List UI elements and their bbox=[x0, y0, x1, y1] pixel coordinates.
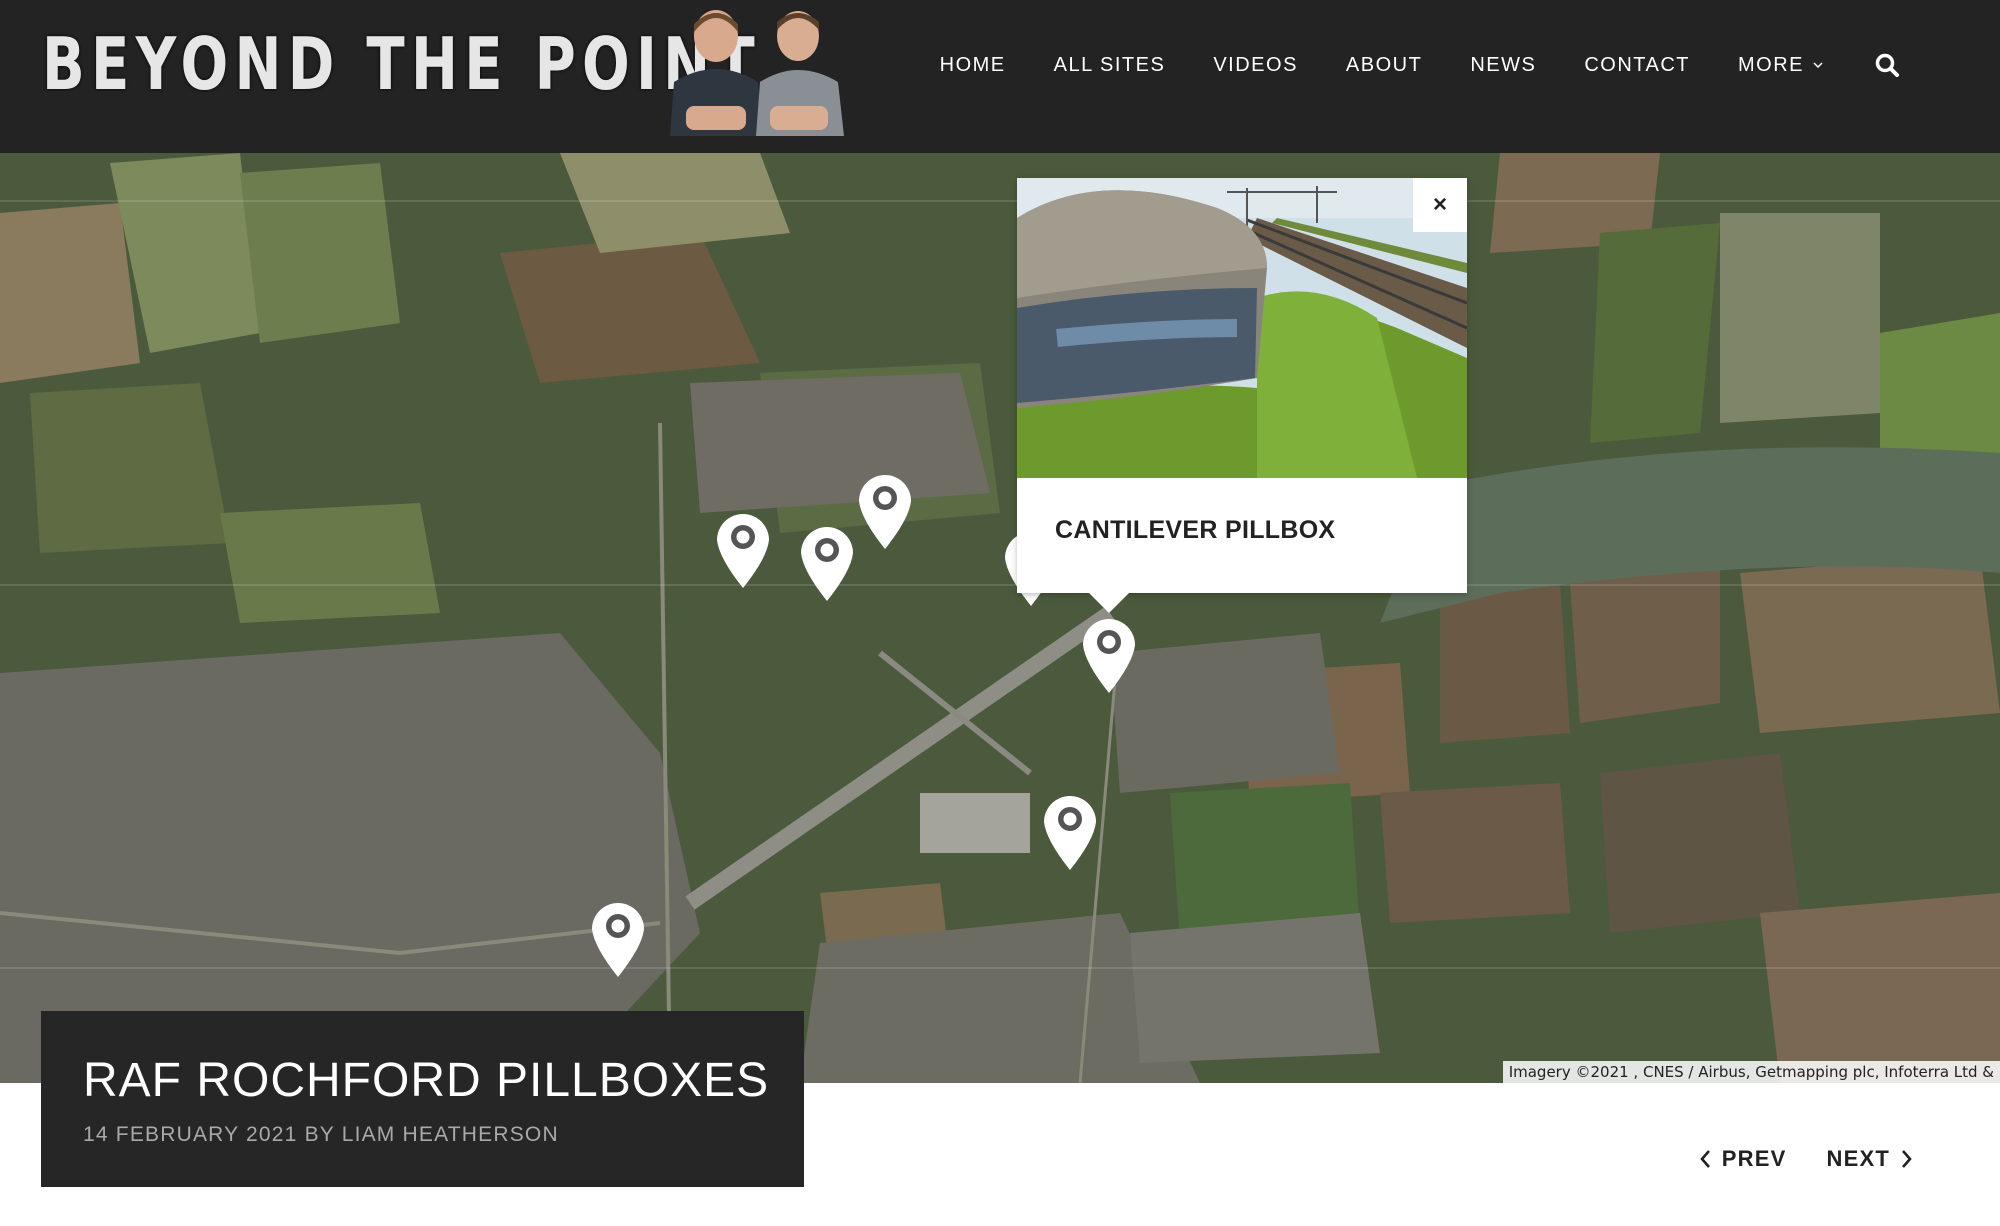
nav-all-sites[interactable]: ALL SITES bbox=[1054, 54, 1166, 77]
satellite-imagery bbox=[0, 153, 2000, 1083]
site-header: BEYOND THE POINT HOME ALL SITES VIDEOS A… bbox=[0, 0, 2000, 153]
map-marker-2[interactable] bbox=[797, 523, 857, 603]
pillbox-photo[interactable] bbox=[1017, 178, 1467, 478]
post-meta: 14 FEBRUARY 2021 BY LIAM HEATHERSON bbox=[83, 1123, 559, 1147]
main-nav: HOME ALL SITES VIDEOS ABOUT NEWS CONTACT… bbox=[940, 0, 1900, 130]
nav-home[interactable]: HOME bbox=[940, 54, 1006, 77]
satellite-map[interactable]: Imagery ©2021 , CNES / Airbus, Getmappin… bbox=[0, 153, 2000, 1083]
nav-about-label: ABOUT bbox=[1345, 53, 1423, 76]
popup-title[interactable]: CANTILEVER PILLBOX bbox=[1055, 516, 1335, 545]
nav-all-sites-label: ALL SITES bbox=[1053, 53, 1166, 76]
post-header-card: RAF ROCHFORD PILLBOXES 14 FEBRUARY 2021 … bbox=[41, 1011, 804, 1187]
nav-videos[interactable]: VIDEOS bbox=[1213, 54, 1298, 77]
map-marker-1[interactable] bbox=[713, 510, 773, 590]
map-marker-6[interactable] bbox=[1040, 792, 1100, 872]
site-logo[interactable]: BEYOND THE POINT bbox=[42, 22, 761, 106]
nav-contact-label: CONTACT bbox=[1584, 53, 1690, 76]
nav-home-label: HOME bbox=[939, 53, 1006, 76]
search-icon[interactable] bbox=[1874, 52, 1900, 78]
nav-contact[interactable]: CONTACT bbox=[1584, 54, 1690, 77]
hosts-photo bbox=[670, 10, 844, 136]
popup-pointer bbox=[1088, 592, 1130, 613]
prev-post-link[interactable]: PREV bbox=[1698, 1146, 1787, 1172]
nav-about[interactable]: ABOUT bbox=[1346, 54, 1422, 77]
nav-videos-label: VIDEOS bbox=[1213, 53, 1298, 76]
map-marker-7[interactable] bbox=[588, 899, 648, 979]
marker-popup: × CANTILEVER PILLBOX bbox=[1017, 178, 1467, 593]
page-title: RAF ROCHFORD PILLBOXES bbox=[83, 1054, 770, 1107]
close-icon[interactable]: × bbox=[1413, 178, 1467, 232]
post-by: BY bbox=[304, 1123, 335, 1146]
prev-label: PREV bbox=[1721, 1146, 1787, 1171]
map-marker-selected[interactable] bbox=[1079, 615, 1139, 695]
chevron-right-icon bbox=[1902, 1150, 1912, 1168]
map-marker-3[interactable] bbox=[855, 471, 915, 551]
nav-news[interactable]: NEWS bbox=[1470, 54, 1536, 77]
nav-more-label: MORE bbox=[1738, 53, 1804, 76]
next-label: NEXT bbox=[1826, 1146, 1890, 1171]
map-attribution: Imagery ©2021 , CNES / Airbus, Getmappin… bbox=[1502, 1061, 2000, 1083]
chevron-left-icon bbox=[1700, 1150, 1710, 1168]
nav-news-label: NEWS bbox=[1470, 53, 1537, 76]
nav-more[interactable]: MORE bbox=[1738, 54, 1824, 77]
post-author-link[interactable]: LIAM HEATHERSON bbox=[342, 1123, 559, 1146]
post-date: 14 FEBRUARY 2021 bbox=[83, 1123, 298, 1146]
chevron-down-icon bbox=[1813, 62, 1823, 69]
next-post-link[interactable]: NEXT bbox=[1827, 1146, 1914, 1172]
post-pager: PREV NEXT bbox=[1698, 1146, 1914, 1172]
